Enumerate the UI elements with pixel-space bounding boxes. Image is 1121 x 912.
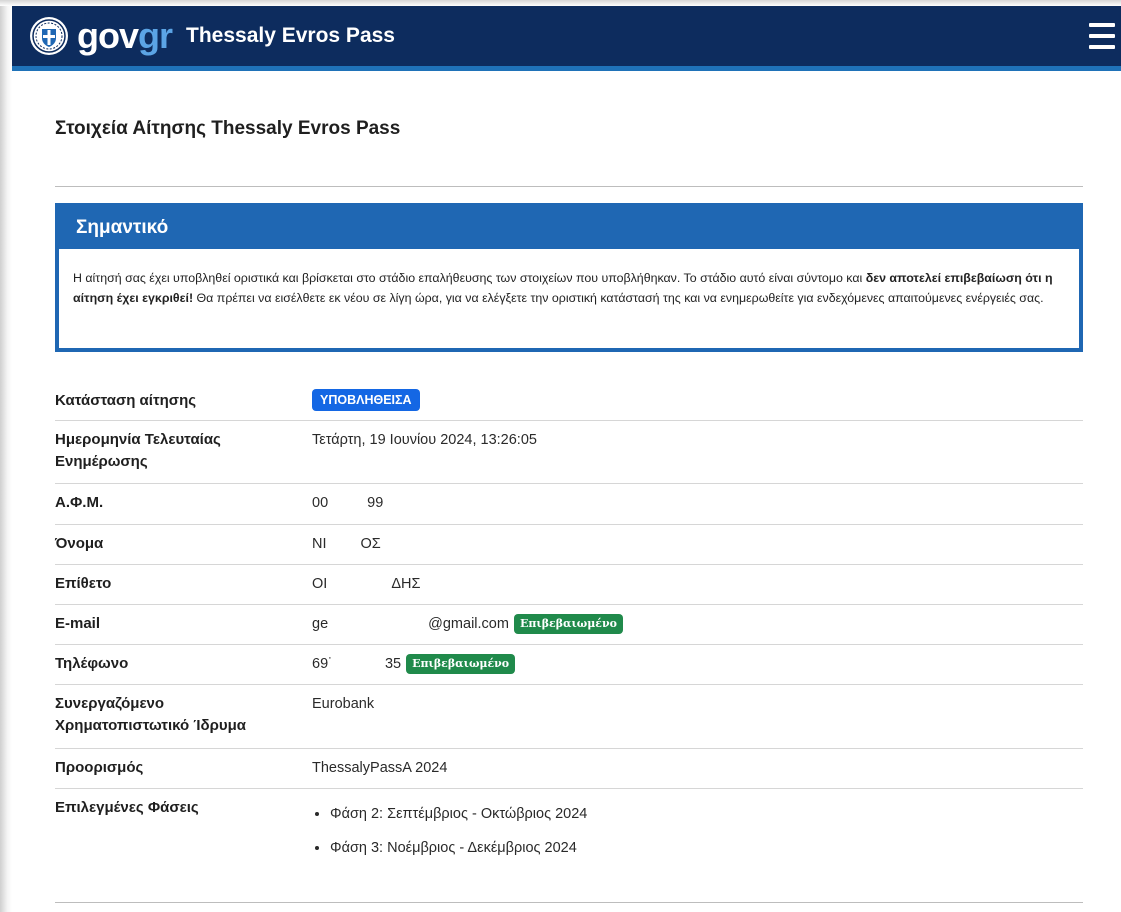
afm-value: 00 99 [312, 484, 383, 524]
notice-text-1: Η αίτησή σας έχει υποβληθεί οριστικά και… [73, 271, 866, 285]
phone-value: 69˙ 35 Επιβεβαιωμένο [312, 645, 516, 684]
detail-row-phases: Επιλεγμένες Φάσεις Φάση 2: Σεπτέμβριος -… [55, 789, 1083, 901]
first-name-value-end: ΟΣ [360, 536, 381, 552]
govgr-logo[interactable]: gov gr [77, 15, 173, 56]
notice-body: Η αίτησή σας έχει υποβληθεί οριστικά και… [59, 249, 1079, 308]
bank-value: Eurobank [312, 696, 375, 712]
detail-row-first-name: Όνομα ΝΙ ΟΣ [55, 525, 1083, 565]
afm-label: Α.Φ.Μ. [55, 494, 104, 511]
page-title: Στοιχεία Αίτησης Thessaly Evros Pass [55, 118, 401, 139]
first-name-value: ΝΙ ΟΣ [312, 525, 381, 564]
last-update-value: Τετάρτη, 19 Ιουνίου 2024, 13:26:05 [312, 432, 537, 448]
email-value-start: ge [312, 616, 329, 632]
email-label: E-mail [55, 615, 101, 632]
logo-gr: gr [138, 15, 173, 56]
detail-row-destination: Προορισμός ThessalyPassA 2024 [55, 749, 1083, 789]
first-name-value-start: ΝΙ [312, 536, 327, 552]
list-item: Φάση 3: Νοέμβριος - Δεκέμβριος 2024 [330, 837, 587, 859]
detail-row-afm: Α.Φ.Μ. 00 99 [55, 484, 1083, 525]
greek-state-emblem-icon [30, 17, 68, 55]
phone-verified-badge: Επιβεβαιωμένο [406, 654, 516, 674]
last-name-value-end: ΔΗΣ [391, 576, 421, 592]
last-name-value: ΟΙ ΔΗΣ [312, 565, 420, 604]
first-name-label: Όνομα [55, 535, 104, 552]
email-value: ge @gmail.com Επιβεβαιωμένο [312, 605, 623, 644]
status-label: Κατάσταση αίτησης [55, 392, 197, 409]
top-divider [55, 186, 1083, 187]
status-value: ΥΠΟΒΛΗΘΕΙΣΑ [312, 382, 420, 420]
destination-value: ThessalyPassA 2024 [312, 760, 448, 776]
detail-row-last-update: Ημερομηνία Τελευταίας Ενημέρωσης Τετάρτη… [55, 421, 1083, 484]
email-verified-badge: Επιβεβαιωμένο [513, 614, 623, 634]
status-badge: ΥΠΟΒΛΗΘΕΙΣΑ [312, 389, 420, 411]
phases-label: Επιλεγμένες Φάσεις [55, 799, 199, 816]
afm-value-end: 99 [367, 495, 384, 511]
phone-value-end: 35 [384, 656, 402, 672]
detail-row-email: E-mail ge @gmail.com Επιβεβαιωμένο [55, 605, 1083, 645]
destination-label: Προορισμός [55, 759, 144, 776]
site-header: gov gr Thessaly Evros Pass [12, 6, 1121, 71]
app-title[interactable]: Thessaly Evros Pass [186, 24, 395, 48]
list-item: Φάση 2: Σεπτέμβριος - Οκτώβριος 2024 [330, 803, 587, 825]
last-name-label: Επίθετο [55, 575, 112, 592]
phases-value: Φάση 2: Σεπτέμβριος - Οκτώβριος 2024 Φάσ… [312, 789, 587, 901]
logo-gov: gov [77, 15, 139, 56]
phone-label: Τηλέφωνο [55, 655, 129, 672]
phases-list: Φάση 2: Σεπτέμβριος - Οκτώβριος 2024 Φάσ… [312, 803, 587, 859]
bottom-divider [55, 902, 1083, 903]
last-update-label: Ημερομηνία Τελευταίας Ενημέρωσης [55, 431, 221, 470]
detail-row-last-name: Επίθετο ΟΙ ΔΗΣ [55, 565, 1083, 605]
hamburger-menu-icon[interactable] [1089, 23, 1115, 49]
afm-value-start: 00 [312, 495, 329, 511]
window-shadow [0, 0, 12, 912]
application-details: Κατάσταση αίτησης ΥΠΟΒΛΗΘΕΙΣΑ Ημερομηνία… [55, 382, 1083, 901]
notice-text-2: Θα πρέπει να εισέλθετε εκ νέου σε λίγη ώ… [193, 291, 1044, 305]
last-name-value-start: ΟΙ [312, 576, 328, 592]
detail-row-bank: Συνεργαζόμενο Χρηματοπιστωτικό Ίδρυμα Eu… [55, 685, 1083, 749]
detail-row-status: Κατάσταση αίτησης ΥΠΟΒΛΗΘΕΙΣΑ [55, 382, 1083, 421]
notice-title: Σημαντικό [59, 207, 1079, 249]
important-notice: Σημαντικό Η αίτησή σας έχει υποβληθεί ορ… [55, 203, 1083, 352]
detail-row-phone: Τηλέφωνο 69˙ 35 Επιβεβαιωμένο [55, 645, 1083, 685]
bank-label: Συνεργαζόμενο Χρηματοπιστωτικό Ίδρυμα [55, 695, 246, 734]
email-value-end: @gmail.com [428, 616, 509, 632]
phone-value-start: 69˙ [312, 656, 333, 672]
